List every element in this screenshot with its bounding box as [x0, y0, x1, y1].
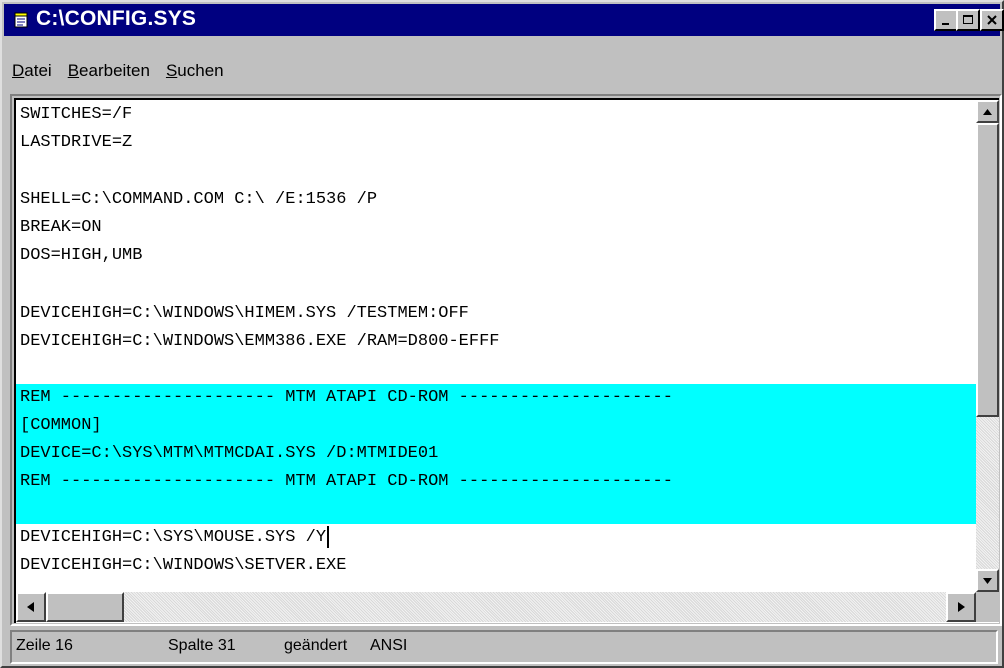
editor: SWITCHES=/F LASTDRIVE=Z SHELL=C:\COMMAND…: [14, 98, 999, 623]
status-encoding: ANSI: [370, 637, 408, 654]
arrow-right-icon: [958, 602, 965, 612]
close-button[interactable]: [980, 9, 1004, 31]
menu-bar: Datei Bearbeiten Suchen: [4, 57, 232, 85]
editor-line-selected[interactable]: REM --------------------- MTM ATAPI CD-R…: [16, 468, 976, 496]
editor-line[interactable]: LASTDRIVE=Z: [16, 129, 976, 157]
menu-bearbeiten-label: earbeiten: [79, 61, 150, 80]
notepad-icon: [14, 12, 28, 28]
editor-line[interactable]: [16, 157, 976, 185]
scroll-right-button[interactable]: [946, 592, 976, 622]
editor-line[interactable]: BREAK=ON: [16, 214, 976, 242]
close-icon: [987, 15, 997, 25]
current-line-text: DEVICEHIGH=C:\SYS\MOUSE.SYS /Y: [20, 528, 327, 547]
arrow-down-icon: [983, 577, 992, 584]
status-column: Spalte 31: [168, 637, 236, 654]
scroll-left-button[interactable]: [16, 592, 46, 622]
editor-line-selected[interactable]: REM --------------------- MTM ATAPI CD-R…: [16, 384, 976, 412]
scroll-down-button[interactable]: [976, 569, 999, 592]
menu-bearbeiten-accel: B: [67, 61, 80, 80]
scroll-up-button[interactable]: [976, 100, 999, 123]
vertical-scroll-thumb[interactable]: [976, 123, 999, 417]
editor-line[interactable]: [16, 271, 976, 299]
editor-line[interactable]: DEVICEHIGH=C:\WINDOWS\EMM386.EXE /RAM=D8…: [16, 328, 976, 356]
editor-line-current[interactable]: DEVICEHIGH=C:\SYS\MOUSE.SYS /Y: [16, 524, 976, 552]
editor-line-selected[interactable]: DEVICE=C:\SYS\MTM\MTMCDAI.SYS /D:MTMIDE0…: [16, 440, 976, 468]
editor-line[interactable]: [16, 356, 976, 384]
editor-frame: SWITCHES=/F LASTDRIVE=Z SHELL=C:\COMMAND…: [10, 94, 1002, 626]
status-modified: geändert: [284, 637, 348, 654]
menu-datei[interactable]: Datei: [4, 57, 60, 85]
notepad-window: C:\CONFIG.SYS Datei Bearbeiten Suchen SW…: [0, 0, 1004, 668]
text-area[interactable]: SWITCHES=/F LASTDRIVE=Z SHELL=C:\COMMAND…: [16, 100, 976, 592]
menu-suchen-label: uchen: [177, 61, 224, 80]
text-caret: [327, 525, 330, 548]
horizontal-scroll-thumb[interactable]: [46, 592, 124, 622]
editor-line[interactable]: DEVICEHIGH=C:\WINDOWS\SETVER.EXE: [16, 552, 976, 580]
menu-datei-label: atei: [24, 61, 52, 80]
menu-suchen[interactable]: Suchen: [158, 57, 232, 85]
scrollbar-corner: [976, 592, 999, 622]
maximize-icon: [963, 15, 973, 24]
minimize-icon: [942, 23, 949, 25]
status-line: Zeile 16: [16, 637, 73, 654]
minimize-button[interactable]: [934, 9, 958, 31]
menu-suchen-accel: S: [165, 61, 178, 80]
editor-line[interactable]: DOS=HIGH,UMB: [16, 242, 976, 270]
maximize-button[interactable]: [956, 9, 980, 31]
editor-line[interactable]: DEVICEHIGH=C:\WINDOWS\HIMEM.SYS /TESTMEM…: [16, 300, 976, 328]
arrow-up-icon: [983, 108, 992, 115]
menu-bearbeiten[interactable]: Bearbeiten: [60, 57, 158, 85]
status-bar: Zeile 16 Spalte 31 geändert ANSI: [10, 630, 998, 664]
title-bar[interactable]: C:\CONFIG.SYS: [4, 4, 1004, 36]
horizontal-scrollbar[interactable]: [16, 592, 976, 622]
menu-datei-accel: D: [12, 61, 25, 80]
editor-line[interactable]: SHELL=C:\COMMAND.COM C:\ /E:1536 /P: [16, 186, 976, 214]
editor-line[interactable]: SWITCHES=/F: [16, 101, 976, 129]
editor-line-selected[interactable]: [COMMON]: [16, 412, 976, 440]
editor-line-selected[interactable]: [16, 496, 976, 524]
vertical-scrollbar[interactable]: [976, 100, 999, 592]
window-title: C:\CONFIG.SYS: [36, 7, 197, 30]
arrow-left-icon: [27, 602, 34, 612]
